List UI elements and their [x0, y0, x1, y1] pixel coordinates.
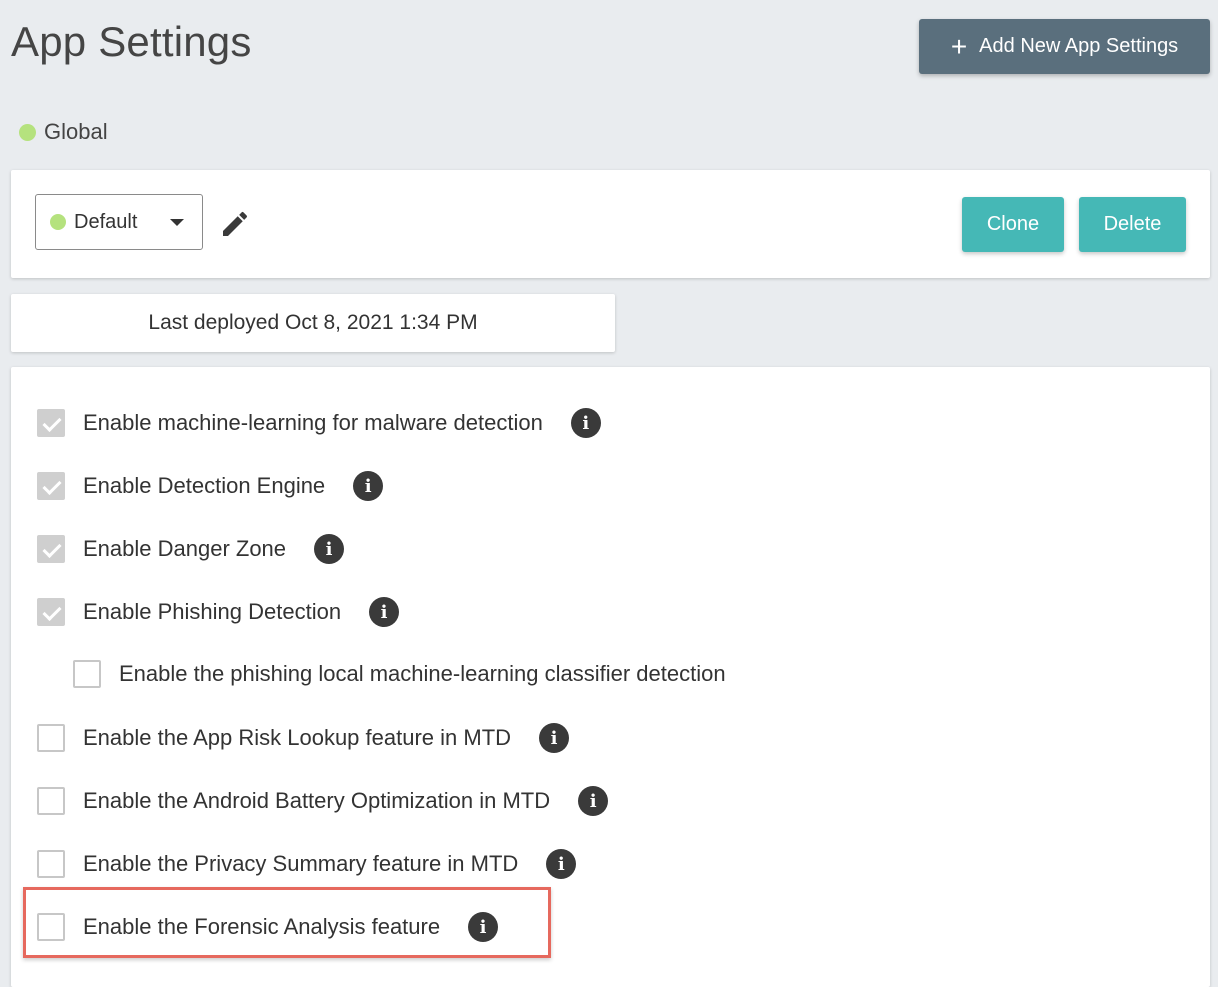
caret-down-icon: [170, 219, 184, 226]
info-icon[interactable]: i: [468, 912, 499, 942]
option-label: Enable the phishing local machine-learni…: [119, 661, 726, 686]
checkbox[interactable]: [37, 409, 65, 437]
info-icon[interactable]: i: [570, 408, 601, 438]
option-detection-engine: Enable Detection Engine i: [37, 471, 384, 501]
scope-indicator: Global: [19, 119, 108, 145]
info-icon[interactable]: i: [369, 597, 400, 627]
option-label: Enable Detection Engine: [83, 473, 326, 498]
page-title: App Settings: [11, 18, 252, 65]
option-label: Enable the App Risk Lookup feature in MT…: [83, 725, 512, 750]
option-label: Enable the Privacy Summary feature in MT…: [83, 851, 519, 876]
option-label: Enable the Android Battery Optimization …: [83, 788, 551, 813]
option-app-risk-lookup: Enable the App Risk Lookup feature in MT…: [37, 723, 570, 753]
pencil-icon[interactable]: [219, 208, 251, 240]
checkbox[interactable]: [37, 472, 65, 500]
checkbox[interactable]: [37, 535, 65, 563]
add-button-label: Add New App Settings: [979, 35, 1179, 57]
option-ml-malware-detection: Enable machine-learning for malware dete…: [37, 408, 601, 438]
last-deployed-card: Last deployed Oct 8, 2021 1:34 PM: [11, 294, 615, 352]
option-label: Enable machine-learning for malware dete…: [83, 410, 543, 435]
option-phishing-local-ml-classifier: Enable the phishing local machine-learni…: [73, 660, 726, 688]
profile-status-dot-icon: [50, 214, 66, 230]
option-forensic-analysis: Enable the Forensic Analysis feature i: [37, 912, 499, 942]
option-label: Enable Phishing Detection: [83, 599, 342, 624]
status-dot-icon: [19, 123, 36, 141]
info-icon[interactable]: i: [314, 534, 345, 564]
clone-button[interactable]: Clone: [962, 197, 1064, 252]
profile-toolbar: Default Clone Delete: [11, 170, 1210, 278]
checkbox[interactable]: [37, 787, 65, 815]
scope-label: Global: [44, 119, 108, 144]
checkbox[interactable]: [37, 850, 65, 878]
checkbox[interactable]: [73, 660, 101, 688]
option-label: Enable Danger Zone: [83, 536, 287, 561]
checkbox[interactable]: [37, 724, 65, 752]
option-privacy-summary: Enable the Privacy Summary feature in MT…: [37, 849, 577, 879]
delete-button[interactable]: Delete: [1079, 197, 1186, 252]
plus-icon: +: [950, 30, 968, 62]
add-new-app-settings-button[interactable]: + Add New App Settings: [919, 19, 1210, 74]
profile-selected-value: Default: [74, 210, 138, 233]
profile-dropdown[interactable]: Default: [35, 194, 203, 250]
option-android-battery-optimization: Enable the Android Battery Optimization …: [37, 786, 609, 816]
info-icon[interactable]: i: [353, 471, 384, 501]
info-icon[interactable]: i: [539, 723, 570, 753]
info-icon[interactable]: i: [578, 786, 609, 816]
checkbox[interactable]: [37, 913, 65, 941]
checkbox[interactable]: [37, 598, 65, 626]
option-label: Enable the Forensic Analysis feature: [83, 914, 441, 939]
option-danger-zone: Enable Danger Zone i: [37, 534, 345, 564]
option-phishing-detection: Enable Phishing Detection i: [37, 597, 400, 627]
last-deployed-text: Last deployed Oct 8, 2021 1:34 PM: [148, 311, 478, 334]
settings-list: Enable machine-learning for malware dete…: [11, 367, 1210, 987]
info-icon[interactable]: i: [546, 849, 577, 879]
